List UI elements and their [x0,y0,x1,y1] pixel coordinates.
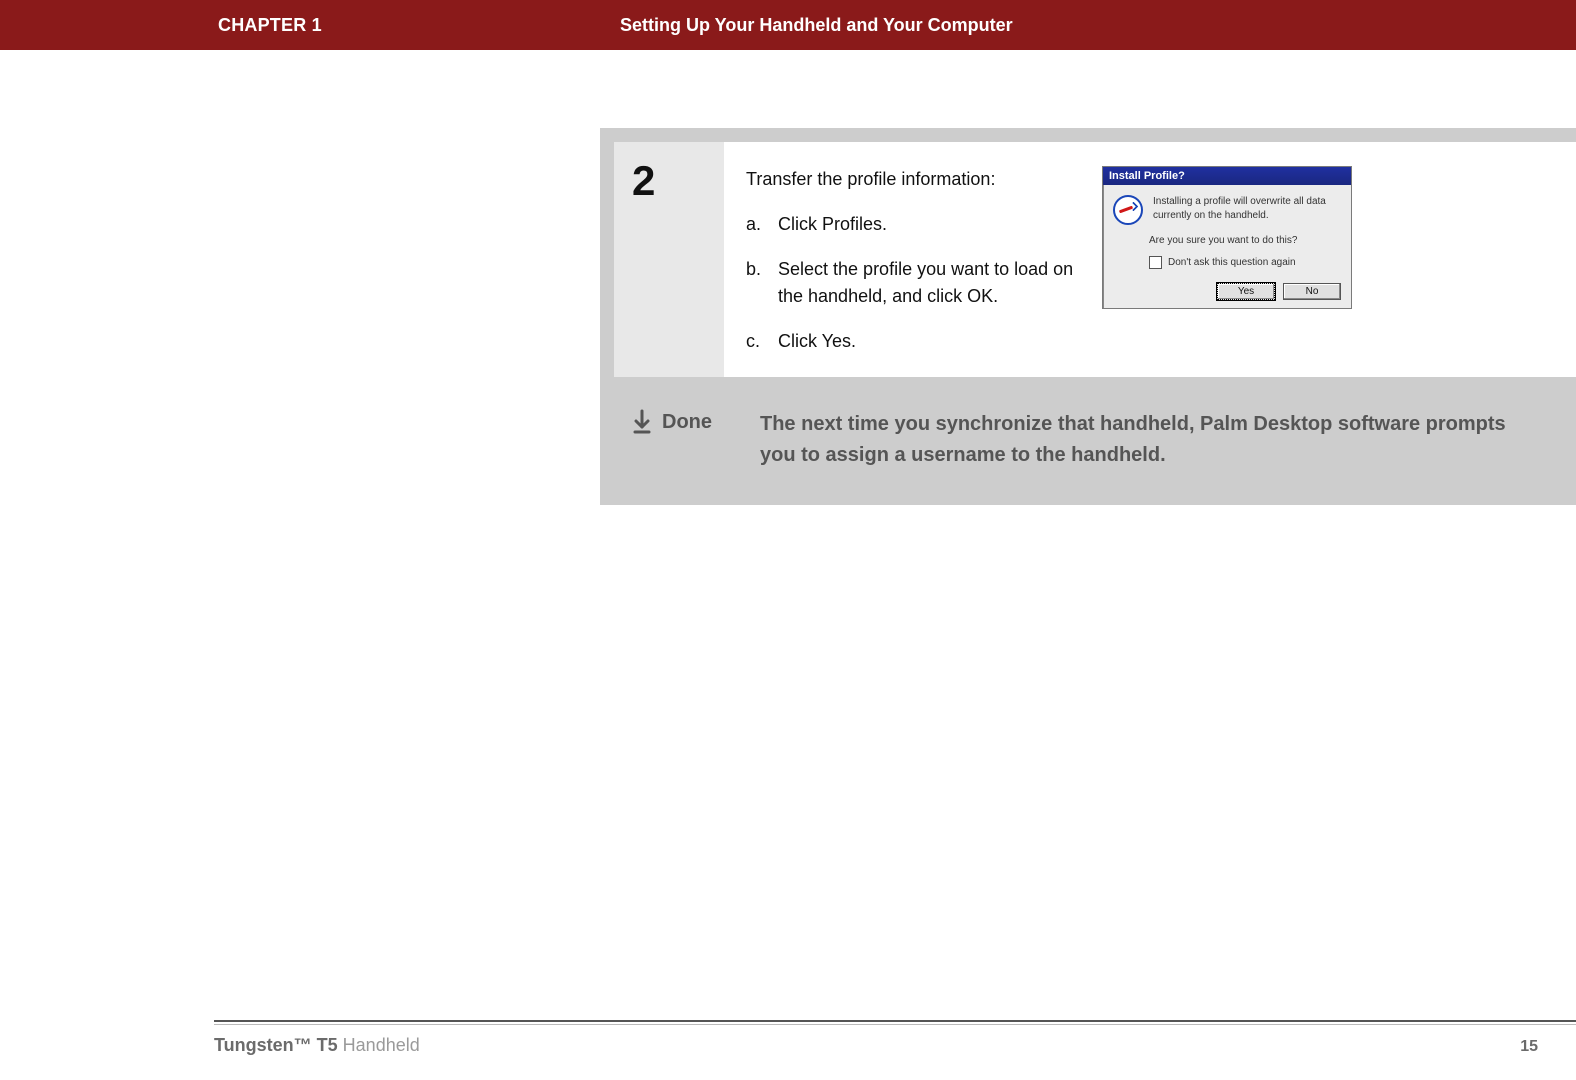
instruction-block: 2 Transfer the profile information: a. C… [600,128,1576,505]
substep: b. Select the profile you want to load o… [746,256,1076,310]
dialog-question: Are you sure you want to do this? [1149,235,1341,246]
dont-ask-label: Don't ask this question again [1168,257,1296,268]
dialog-buttons: Yes No [1113,283,1341,300]
no-button[interactable]: No [1283,283,1341,300]
substep-letter: a. [746,211,768,238]
alert-icon [1113,195,1143,225]
substep-text: Click Profiles. [778,211,887,238]
page-footer: Tungsten™ T5 Handheld 15 [214,1020,1576,1056]
step-body: Transfer the profile information: a. Cli… [724,142,1576,377]
step-row: 2 Transfer the profile information: a. C… [614,142,1576,377]
done-text: The next time you synchronize that handh… [760,409,1554,471]
step-number-cell: 2 [614,142,724,377]
footer-rule-thin [214,1024,1576,1025]
product-name-bold: Tungsten™ T5 [214,1035,338,1055]
done-row: Done The next time you synchronize that … [614,391,1576,491]
substeps-list: a. Click Profiles. b. Select the profile… [746,211,1076,355]
page: CHAPTER 1 Setting Up Your Handheld and Y… [0,0,1576,1080]
chapter-title: Setting Up Your Handheld and Your Comput… [620,15,1013,36]
yes-button[interactable]: Yes [1217,283,1275,300]
substep-letter: b. [746,256,768,310]
dialog-message: Installing a profile will overwrite all … [1153,195,1341,222]
dialog-titlebar: Install Profile? [1103,167,1351,185]
page-number: 15 [1520,1038,1538,1056]
step-number: 2 [632,160,655,202]
substep: a. Click Profiles. [746,211,1076,238]
dialog-message-row: Installing a profile will overwrite all … [1113,195,1341,225]
done-label: Done [662,411,712,434]
product-name-rest: Handheld [338,1035,420,1055]
step-intro: Transfer the profile information: [746,166,1076,193]
done-arrow-icon [632,409,652,435]
footer-rule [214,1020,1576,1022]
done-left: Done [632,409,742,435]
dialog-body: Installing a profile will overwrite all … [1103,185,1351,308]
install-profile-dialog: Install Profile? Installing a profile wi… [1102,166,1352,309]
substep-text: Click Yes. [778,328,856,355]
dont-ask-checkbox[interactable] [1149,256,1162,269]
chapter-label: CHAPTER 1 [218,15,322,36]
chapter-header-bar: CHAPTER 1 Setting Up Your Handheld and Y… [0,0,1576,50]
substep-letter: c. [746,328,768,355]
product-name: Tungsten™ T5 Handheld [214,1035,420,1056]
dialog-checkbox-row: Don't ask this question again [1149,256,1341,269]
step-text: Transfer the profile information: a. Cli… [746,166,1076,355]
substep-text: Select the profile you want to load on t… [778,256,1076,310]
footer-line: Tungsten™ T5 Handheld 15 [214,1035,1576,1056]
substep: c. Click Yes. [746,328,1076,355]
